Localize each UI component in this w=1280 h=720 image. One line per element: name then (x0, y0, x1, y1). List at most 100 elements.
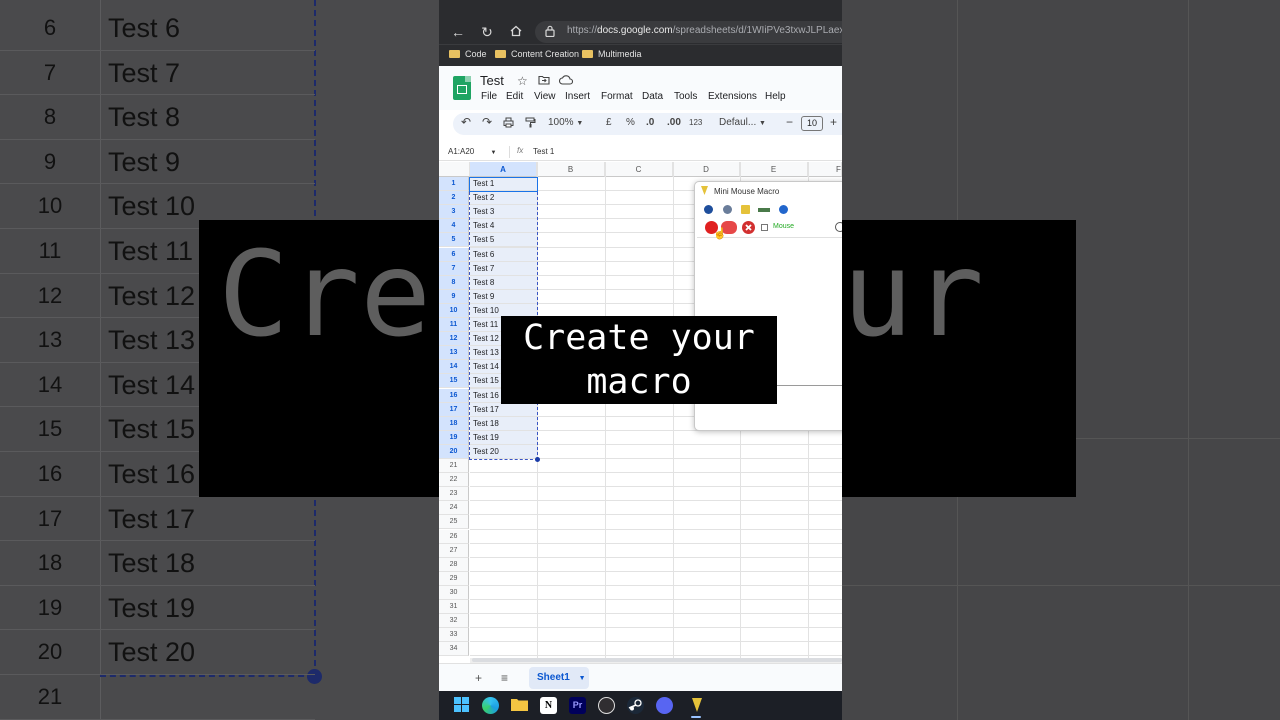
select-all-corner[interactable] (439, 162, 470, 177)
menu-edit[interactable]: Edit (506, 91, 523, 102)
row-header[interactable]: 21 (439, 459, 469, 474)
row-header[interactable]: 8 (439, 275, 469, 290)
row-header[interactable]: 6 (439, 247, 469, 262)
column-header-f[interactable]: F (808, 162, 842, 177)
row-header[interactable]: 7 (439, 261, 469, 276)
row-header[interactable]: 13 (439, 346, 469, 361)
scrollbar-thumb[interactable] (472, 658, 842, 662)
mouse-checkbox[interactable] (761, 224, 768, 231)
row-header[interactable]: 4 (439, 219, 469, 234)
cloud-status-icon[interactable] (559, 74, 574, 88)
edge-icon[interactable] (482, 697, 499, 714)
font-size-increase-button[interactable]: + (830, 115, 837, 129)
row-header[interactable]: 28 (439, 557, 469, 572)
redo-icon[interactable]: ↷ (482, 115, 492, 129)
clear-button[interactable] (742, 221, 755, 234)
row-header[interactable]: 26 (439, 529, 469, 544)
increase-decimal-button[interactable]: .00 (667, 117, 681, 128)
row-header[interactable]: 3 (439, 205, 469, 220)
format-currency-button[interactable]: £ (606, 117, 612, 128)
print-icon[interactable] (503, 117, 514, 131)
row-header[interactable]: 15 (439, 374, 469, 389)
number-format-button[interactable]: 123 (689, 118, 702, 127)
macro-menu-icon[interactable] (704, 205, 713, 214)
obs-icon[interactable] (598, 697, 615, 714)
add-sheet-button[interactable]: + (475, 671, 482, 685)
bookmark-content-creation[interactable]: Content Creation (495, 49, 579, 59)
row-header[interactable]: 9 (439, 289, 469, 304)
menu-extensions[interactable]: Extensions (708, 91, 757, 102)
star-icon[interactable]: ☆ (517, 74, 528, 88)
macro-bulb-icon[interactable] (741, 205, 750, 214)
row-header[interactable]: 2 (439, 191, 469, 206)
file-explorer-icon[interactable] (511, 697, 528, 714)
fill-handle[interactable] (535, 457, 540, 462)
menu-file[interactable]: File (481, 91, 497, 102)
row-header[interactable]: 30 (439, 585, 469, 600)
sheet-tab-sheet1[interactable]: Sheet1 ▼ (529, 667, 589, 689)
decrease-decimal-button[interactable]: .0 (646, 117, 654, 128)
menu-insert[interactable]: Insert (565, 91, 590, 102)
row-header[interactable]: 17 (439, 402, 469, 417)
home-icon[interactable] (507, 23, 525, 41)
row-header[interactable]: 22 (439, 473, 469, 488)
macro-play-icon[interactable] (835, 222, 842, 232)
doc-title[interactable]: Test (480, 73, 504, 88)
bookmark-multimedia[interactable]: Multimedia (582, 49, 642, 59)
premiere-pro-icon[interactable]: Pr (569, 697, 586, 714)
steam-icon[interactable] (627, 697, 644, 714)
formula-input[interactable]: Test 1 (533, 147, 554, 156)
menu-help[interactable]: Help (765, 91, 786, 102)
row-header[interactable]: 34 (439, 642, 469, 657)
paint-format-icon[interactable] (525, 117, 536, 131)
move-folder-icon[interactable] (538, 74, 550, 88)
font-size-input[interactable]: 10 (801, 116, 823, 131)
row-header[interactable]: 19 (439, 430, 469, 445)
menu-data[interactable]: Data (642, 91, 663, 102)
row-header[interactable]: 1 (439, 177, 469, 192)
row-header[interactable]: 5 (439, 233, 469, 248)
row-header[interactable]: 16 (439, 388, 469, 403)
notion-icon[interactable]: N (540, 697, 557, 714)
name-box[interactable]: A1:A20 ▼ (448, 147, 496, 156)
row-header[interactable]: 29 (439, 571, 469, 586)
row-header[interactable]: 20 (439, 444, 469, 459)
menu-view[interactable]: View (534, 91, 556, 102)
row-header[interactable]: 14 (439, 360, 469, 375)
column-header-b[interactable]: B (537, 162, 605, 177)
reload-icon[interactable]: ↻ (478, 23, 496, 41)
row-header[interactable]: 18 (439, 416, 469, 431)
windows-start-icon[interactable] (453, 697, 470, 714)
zoom-select[interactable]: 100% ▼ (548, 117, 583, 128)
row-header[interactable]: 12 (439, 332, 469, 347)
format-percent-button[interactable]: % (626, 117, 635, 128)
address-bar[interactable]: https://docs.google.com/spreadsheets/d/1… (535, 21, 842, 43)
font-size-decrease-button[interactable]: − (786, 115, 793, 129)
column-header-c[interactable]: C (605, 162, 673, 177)
sheets-logo-icon[interactable] (453, 76, 471, 100)
row-header[interactable]: 27 (439, 543, 469, 558)
discord-icon[interactable] (656, 697, 673, 714)
macro-help-icon[interactable] (779, 205, 788, 214)
row-header[interactable]: 25 (439, 515, 469, 530)
row-header[interactable]: 10 (439, 303, 469, 318)
back-icon[interactable]: ← (449, 23, 467, 41)
menu-tools[interactable]: Tools (674, 91, 697, 102)
all-sheets-button[interactable]: ≡ (501, 671, 508, 685)
row-header[interactable]: 23 (439, 487, 469, 502)
menu-format[interactable]: Format (601, 91, 633, 102)
macro-loop-icon[interactable] (758, 208, 770, 212)
font-select[interactable]: Defaul... ▼ (719, 117, 766, 128)
row-header[interactable]: 33 (439, 628, 469, 643)
macro-settings-icon[interactable] (723, 205, 732, 214)
bookmark-code[interactable]: Code (449, 49, 487, 59)
undo-icon[interactable]: ↶ (461, 115, 471, 129)
column-header-d[interactable]: D (673, 162, 740, 177)
column-header-e[interactable]: E (740, 162, 808, 177)
row-header[interactable]: 24 (439, 501, 469, 516)
row-header[interactable]: 11 (439, 318, 469, 333)
row-header[interactable]: 32 (439, 614, 469, 629)
row-header[interactable]: 31 (439, 600, 469, 615)
mini-mouse-macro-taskbar-icon[interactable] (688, 697, 705, 714)
column-header-a[interactable]: A (470, 162, 537, 177)
